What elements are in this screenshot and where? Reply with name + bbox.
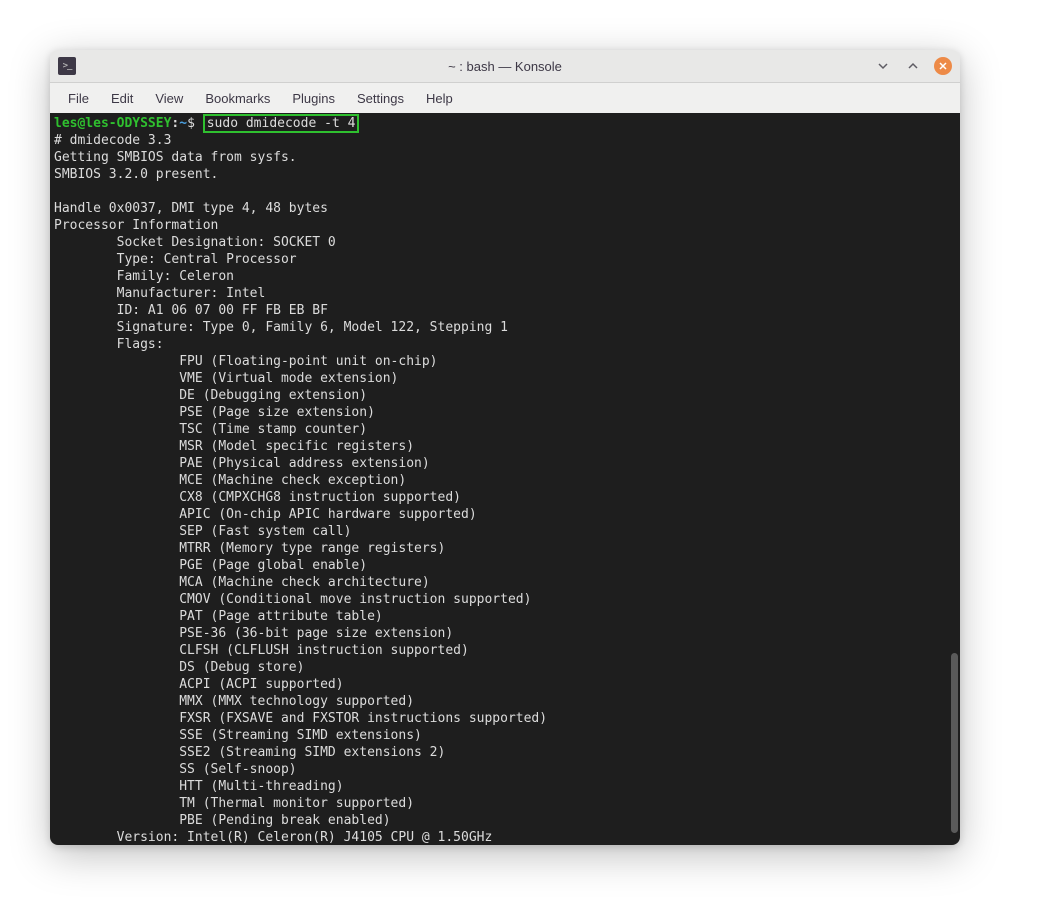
output-line: PSE (Page size extension) — [54, 405, 375, 420]
output-line: Signature: Type 0, Family 6, Model 122, … — [54, 320, 508, 335]
output-line: TSC (Time stamp counter) — [54, 422, 367, 437]
output-line: PBE (Pending break enabled) — [54, 813, 391, 828]
output-line: VME (Virtual mode extension) — [54, 371, 398, 386]
menu-bookmarks[interactable]: Bookmarks — [195, 87, 280, 110]
prompt-path: ~ — [179, 116, 187, 131]
output-line: CMOV (Conditional move instruction suppo… — [54, 592, 531, 607]
output-line: Getting SMBIOS data from sysfs. — [54, 150, 297, 165]
menu-edit[interactable]: Edit — [101, 87, 143, 110]
output-line: PAT (Page attribute table) — [54, 609, 383, 624]
output-line: ID: A1 06 07 00 FF FB EB BF — [54, 303, 328, 318]
output-line: MCA (Machine check architecture) — [54, 575, 430, 590]
titlebar[interactable]: >_ ~ : bash — Konsole — [50, 50, 960, 83]
menu-help[interactable]: Help — [416, 87, 463, 110]
output-line: SS (Self-snoop) — [54, 762, 297, 777]
output-line: TM (Thermal monitor supported) — [54, 796, 414, 811]
output-line: DE (Debugging extension) — [54, 388, 367, 403]
menu-file[interactable]: File — [58, 87, 99, 110]
output-line: FPU (Floating-point unit on-chip) — [54, 354, 438, 369]
output-line: SEP (Fast system call) — [54, 524, 351, 539]
menu-view[interactable]: View — [145, 87, 193, 110]
minimize-button[interactable] — [874, 57, 892, 75]
close-button[interactable] — [934, 57, 952, 75]
output-line: Type: Central Processor — [54, 252, 297, 267]
output-line: SSE2 (Streaming SIMD extensions 2) — [54, 745, 445, 760]
output-line: # dmidecode 3.3 — [54, 133, 171, 148]
scrollbar-thumb[interactable] — [951, 653, 958, 833]
output-line: CLFSH (CLFLUSH instruction supported) — [54, 643, 469, 658]
output-line: Processor Information — [54, 218, 218, 233]
window-title: ~ : bash — Konsole — [448, 59, 562, 74]
output-line: PAE (Physical address extension) — [54, 456, 430, 471]
menubar: File Edit View Bookmarks Plugins Setting… — [50, 83, 960, 113]
output-line: PGE (Page global enable) — [54, 558, 367, 573]
output-line: Flags: — [54, 337, 164, 352]
menu-plugins[interactable]: Plugins — [282, 87, 345, 110]
output-line: APIC (On-chip APIC hardware supported) — [54, 507, 477, 522]
output-line: MTRR (Memory type range registers) — [54, 541, 445, 556]
output-line: MMX (MMX technology supported) — [54, 694, 414, 709]
command-highlight: sudo dmidecode -t 4 — [203, 114, 360, 133]
output-line: FXSR (FXSAVE and FXSTOR instructions sup… — [54, 711, 547, 726]
output-line: Manufacturer: Intel — [54, 286, 265, 301]
output-line: Socket Designation: SOCKET 0 — [54, 235, 336, 250]
prompt-dollar: $ — [187, 116, 195, 131]
output-line: ACPI (ACPI supported) — [54, 677, 344, 692]
app-icon: >_ — [58, 57, 76, 75]
terminal-area[interactable]: les@les-ODYSSEY:~$ sudo dmidecode -t 4 #… — [50, 113, 960, 845]
output-line: MCE (Machine check exception) — [54, 473, 406, 488]
window-controls — [874, 57, 952, 75]
output-line: PSE-36 (36-bit page size extension) — [54, 626, 453, 641]
output-line: Family: Celeron — [54, 269, 234, 284]
output-line: HTT (Multi-threading) — [54, 779, 344, 794]
output-line: MSR (Model specific registers) — [54, 439, 414, 454]
maximize-button[interactable] — [904, 57, 922, 75]
output-line: SSE (Streaming SIMD extensions) — [54, 728, 422, 743]
output-line: SMBIOS 3.2.0 present. — [54, 167, 218, 182]
prompt-userhost: les@les-ODYSSEY — [54, 116, 171, 131]
konsole-window: >_ ~ : bash — Konsole File Edit View Boo… — [50, 50, 960, 845]
output-line: CX8 (CMPXCHG8 instruction supported) — [54, 490, 461, 505]
output-line: Version: Intel(R) Celeron(R) J4105 CPU @… — [54, 830, 492, 845]
output-line: Handle 0x0037, DMI type 4, 48 bytes — [54, 201, 328, 216]
menu-settings[interactable]: Settings — [347, 87, 414, 110]
output-line: DS (Debug store) — [54, 660, 304, 675]
